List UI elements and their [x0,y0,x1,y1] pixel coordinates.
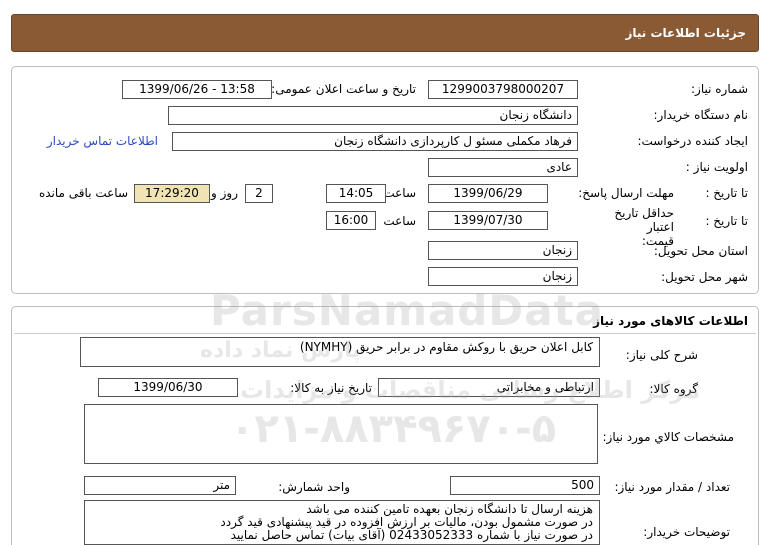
city-field[interactable]: زنجان [428,267,578,286]
need-number-label: شماره نیاز: [691,82,748,96]
province-field[interactable]: زنجان [428,241,578,260]
reply-date-field[interactable]: 1399/06/29 [428,184,548,203]
goods-section-title: اطلاعات کالاهای مورد نیاز [593,314,748,328]
announce-datetime-field[interactable]: 1399/06/26 - 13:58 [122,80,272,99]
province-label: استان محل تحویل: [653,244,748,258]
goods-group-field[interactable]: ارتباطی و مخابراتی [378,378,600,397]
need-info-panel [11,66,759,294]
buyer-notes-label: توضیحات خریدار: [643,525,730,539]
reply-deadline-label: مهلت ارسال پاسخ: [578,186,674,200]
specs-label: مشخصات کالاي مورد نياز: [602,430,734,444]
page-title: جزئیات اطلاعات نیاز [625,26,746,40]
days-remaining-field: 2 [245,184,273,203]
need-date-label: تاریخ نیاز به کالا: [290,381,372,395]
need-date-field[interactable]: 1399/06/30 [98,378,238,397]
buyer-org-label: نام دستگاه خریدار: [653,108,749,122]
quantity-field[interactable]: 500 [450,476,600,495]
announce-datetime-label: تاریخ و ساعت اعلان عمومی: [271,82,416,96]
requester-label: ایجاد کننده درخواست: [637,134,748,148]
validity-time-label: ساعت [383,214,416,228]
price-validity-label-text: حداقل تاریخ اعتبار قیمت: [614,206,674,248]
price-validity-label: حداقل تاریخ اعتبار قیمت: [614,206,674,248]
reply-time-label: ساعت [383,186,416,200]
remaining-time-field: 17:29:20 [134,184,210,203]
reply-until-date-label: تا تاریخ : [705,186,748,200]
validity-date-field[interactable]: 1399/07/30 [428,211,548,230]
buyer-contact-link[interactable]: اطلاعات تماس خریدار [47,134,158,148]
requester-field[interactable]: فرهاد مکملی مسئو ل کارپردازی دانشگاه زنج… [172,132,578,151]
validity-time-field[interactable]: 16:00 [326,211,376,230]
specs-field[interactable] [84,404,598,464]
city-label: شهر محل تحویل: [661,270,748,284]
unit-label: واحد شمارش: [278,480,350,494]
page-header: جزئیات اطلاعات نیاز [11,14,759,52]
quantity-label: تعداد / مقدار مورد نیاز: [614,480,730,494]
priority-label: اولویت نیاز : [685,160,748,174]
priority-field[interactable]: عادی [428,158,578,177]
remaining-time-label: ساعت باقی مانده [38,186,128,200]
buyer-notes-field[interactable]: هزینه ارسال تا دانشگاه زنجان بعهده تامین… [84,500,600,545]
need-number-field[interactable]: 1299003798000207 [428,80,578,99]
buyer-note-line: در صورت نیاز با شماره 02433052333 (آقای … [230,528,593,542]
days-label: روز و [211,186,238,200]
validity-until-date-label: تا تاریخ : [705,214,748,228]
goods-group-label: گروه کالا: [649,382,699,396]
unit-field[interactable]: متر [84,476,236,495]
buyer-org-field[interactable]: دانشگاه زنجان [168,106,578,125]
description-label: شرح کلی نیاز: [625,348,698,362]
description-field[interactable]: کابل اعلان حریق با روکش مقاوم در برابر ح… [80,337,600,367]
reply-time-field[interactable]: 14:05 [326,184,386,203]
section-divider [14,333,756,334]
